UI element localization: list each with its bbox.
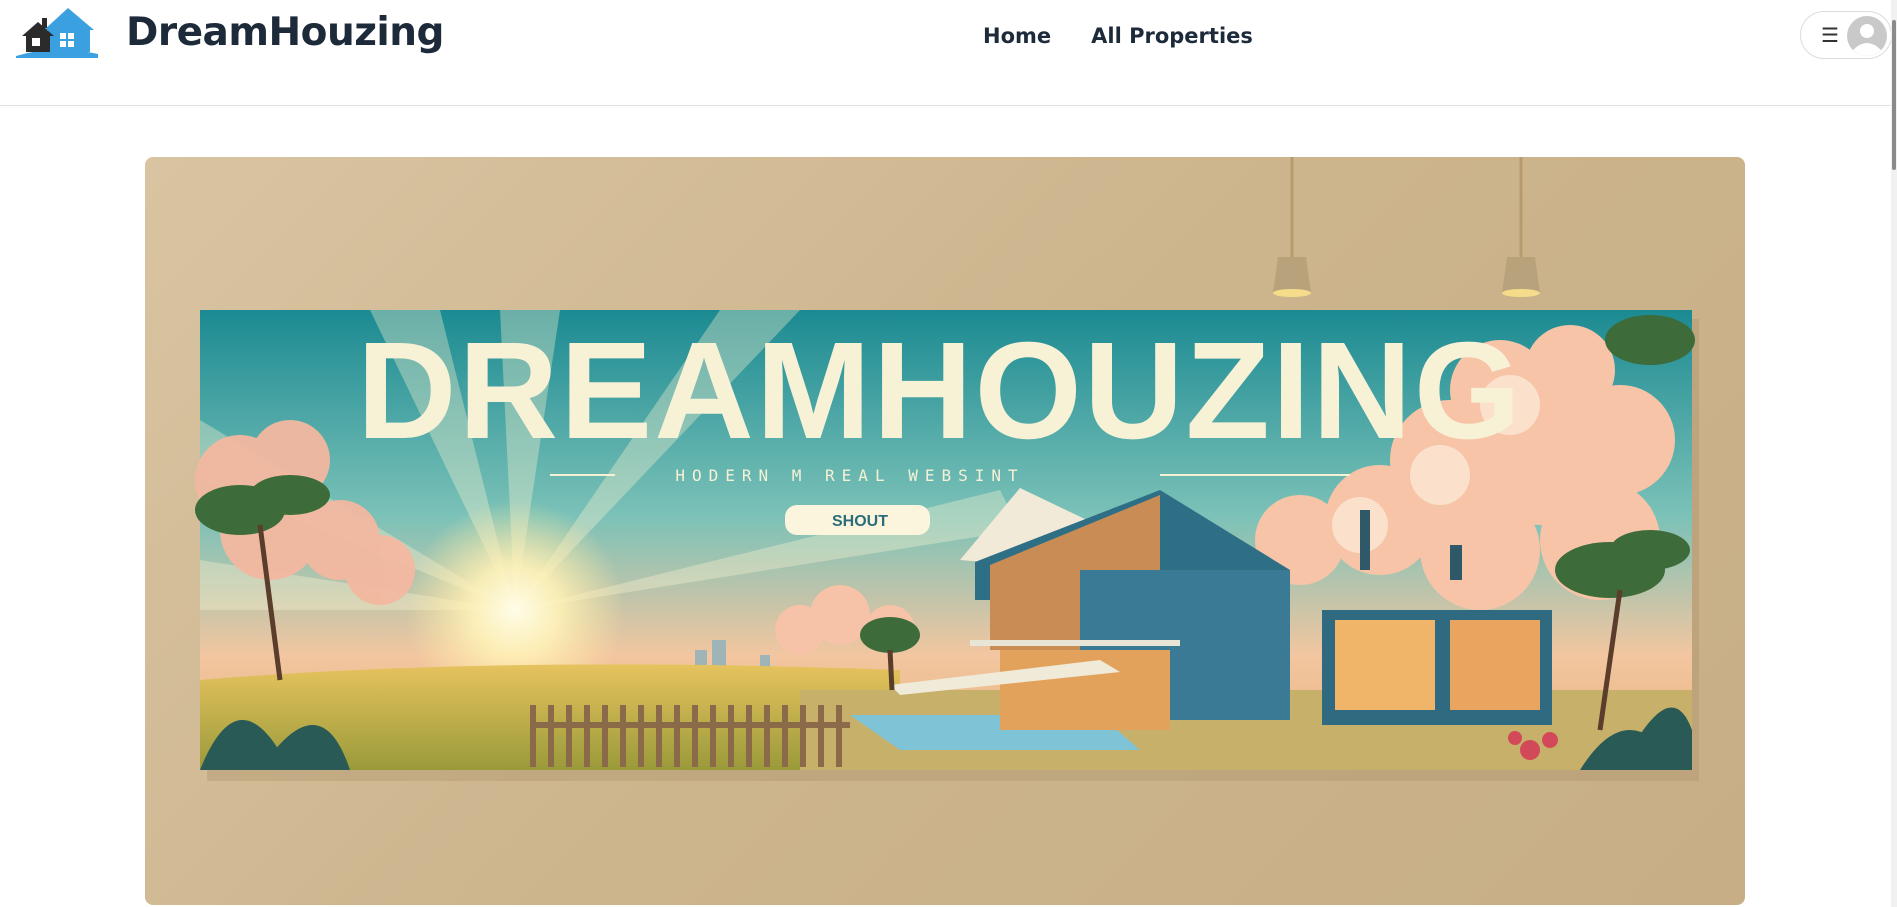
brand-name: DreamHouzing [126, 9, 444, 55]
nav-all-properties-link[interactable]: All Properties [1091, 24, 1253, 48]
scrollbar-thumb[interactable] [1892, 20, 1896, 170]
page-scrollbar[interactable] [1891, 0, 1897, 907]
nav-home-link[interactable]: Home [983, 24, 1051, 48]
hero-illustration: DREAMHOUZING HODERN M REAL WEBSINT SHOUT [195, 157, 1699, 781]
default-avatar-icon [1847, 16, 1887, 56]
house-logo-icon [16, 8, 98, 58]
hamburger-menu-icon: ☰ [1821, 24, 1839, 47]
banner-subtitle: HODERN M REAL WEBSINT [675, 466, 1024, 485]
main-nav: Home All Properties [983, 24, 1253, 48]
banner-title: DREAMHOUZING [357, 314, 1523, 468]
brand-home-link[interactable]: DreamHouzing [14, 6, 444, 58]
navbar: DreamHouzing Home All Properties ☰ [0, 0, 1897, 106]
user-menu-button[interactable]: ☰ [1800, 11, 1892, 59]
hero-banner: DREAMHOUZING HODERN M REAL WEBSINT SHOUT [145, 157, 1745, 905]
avatar [1847, 16, 1887, 56]
banner-cta-label: SHOUT [832, 513, 888, 530]
